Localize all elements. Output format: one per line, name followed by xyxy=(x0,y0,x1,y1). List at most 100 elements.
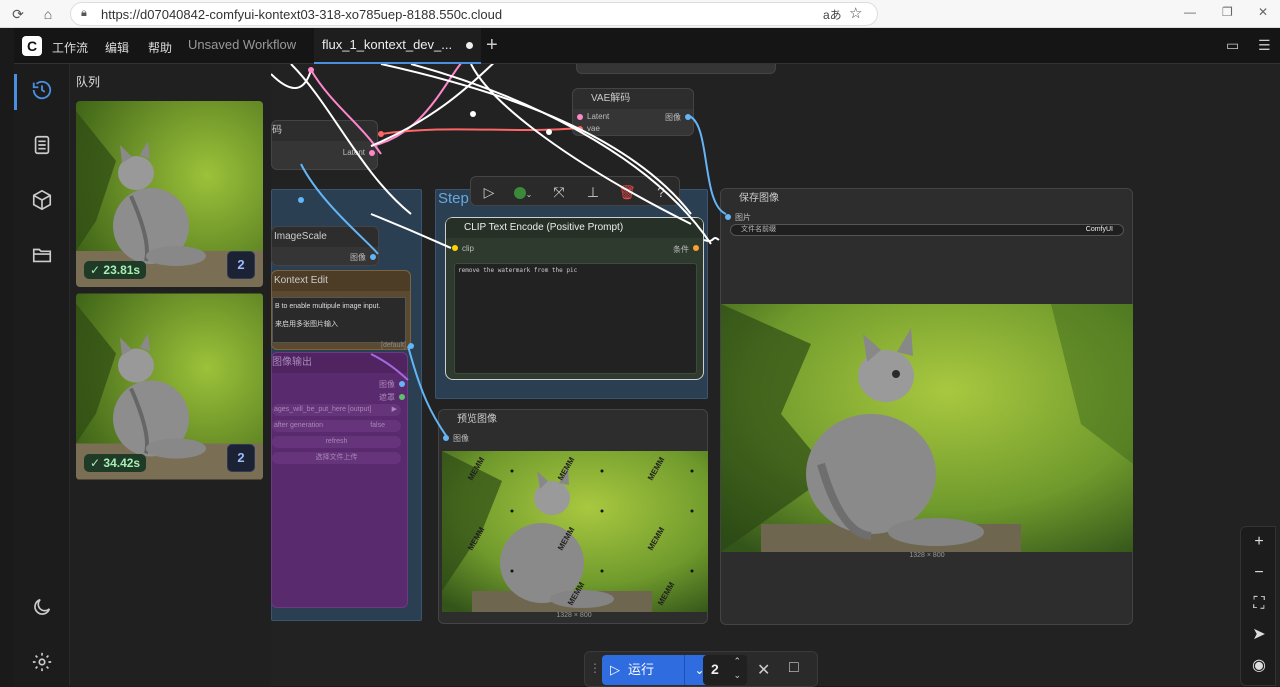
output-pin[interactable] xyxy=(693,245,699,251)
note-text-area[interactable]: B to enable multipule image input. 来启用多张… xyxy=(272,297,406,343)
help-icon[interactable]: ? xyxy=(651,182,671,202)
browser-toolbar: ⟳ ⌂ 🔒︎ https://d07040842-comfyui-kontext… xyxy=(0,0,1280,28)
panel-toggle-icon[interactable]: ▭ xyxy=(1226,37,1239,54)
queue-panel: 队列 ✓ 23.81s 2 ✓ 34.42s 2 xyxy=(70,64,271,686)
tab-flux-kontext[interactable]: flux_1_kontext_dev_... xyxy=(314,28,482,64)
widget-images-output[interactable]: ages_will_be_put_here [output] ▶ xyxy=(272,404,401,416)
input-pin[interactable] xyxy=(577,114,583,120)
elapsed-time: 23.81s xyxy=(103,263,141,277)
input-pin[interactable] xyxy=(725,214,731,220)
zoom-in-icon[interactable]: + xyxy=(1241,527,1277,557)
port-label: 条件 xyxy=(673,245,689,254)
output-pin[interactable] xyxy=(370,254,376,260)
upload-button[interactable]: 选择文件上传 xyxy=(272,452,401,464)
input-pin[interactable] xyxy=(452,245,458,251)
zoom-out-icon[interactable]: − xyxy=(1241,558,1277,588)
output-count-badge[interactable]: 2 xyxy=(227,444,255,472)
document-icon[interactable] xyxy=(14,125,70,165)
output-pin[interactable] xyxy=(369,150,375,156)
node-kontext-edit[interactable]: Kontext Edit B to enable multipule image… xyxy=(271,270,411,350)
menu-edit[interactable]: 编辑 xyxy=(105,39,129,56)
fit-view-icon[interactable]: ⛶ xyxy=(1241,589,1277,619)
sidebar xyxy=(14,64,70,686)
tab-unsaved-workflow[interactable]: Unsaved Workflow xyxy=(180,28,304,64)
node-title: Kontext Edit xyxy=(272,271,410,291)
node-image-output[interactable]: 图像输出 图像 遮罩 ages_will_be_put_here [output… xyxy=(271,352,408,608)
wire xyxy=(271,69,312,90)
batch-count-stepper[interactable]: 2 ⌃ ⌄ xyxy=(703,655,747,685)
output-pin[interactable] xyxy=(399,394,405,400)
cancel-icon[interactable]: ✕ xyxy=(757,660,770,680)
widget-after-generation[interactable]: after generation false xyxy=(272,420,401,432)
node-canvas[interactable]: Step 码 Latent VAE解码 Latent vae 图像 ImageS… xyxy=(271,64,1280,686)
node-title: 码 xyxy=(272,121,377,141)
bypass-icon[interactable]: ⤧ xyxy=(549,182,569,202)
port-label: 遮罩 xyxy=(379,393,395,402)
minimize-icon[interactable]: — xyxy=(1184,5,1196,19)
node-vae-encode-partial[interactable]: 码 Latent xyxy=(271,120,378,170)
history-icon[interactable] xyxy=(14,70,70,110)
home-icon[interactable]: ⌂ xyxy=(38,4,58,24)
node-selection-toolbar: ▷ ⌄ ⤧ ⊥ 🗑︎ ? xyxy=(470,176,680,206)
favorite-star-icon[interactable]: ☆ xyxy=(849,4,862,22)
menu-help[interactable]: 帮助 xyxy=(148,39,172,56)
reader-mode-icon[interactable]: aあ xyxy=(823,6,842,23)
node-preview-image[interactable]: 预览图像 图像 MEMM MEMM MEMM MEMM MEMM MEMM ME… xyxy=(438,409,708,624)
moon-icon[interactable] xyxy=(14,587,70,627)
lock-icon[interactable]: 🔒︎ xyxy=(81,7,87,20)
eye-icon[interactable]: ◉ xyxy=(1241,651,1277,681)
navigate-icon[interactable]: ➤ xyxy=(1241,620,1277,650)
node-save-image[interactable]: 保存图像 图片 文件名前缀 ComfyUI 1328 × 800 xyxy=(720,188,1133,625)
unsaved-dot-icon[interactable] xyxy=(466,42,474,50)
restore-icon[interactable]: ❐ xyxy=(1222,5,1233,19)
node-top-partial[interactable] xyxy=(576,64,776,74)
port-label: Latent xyxy=(587,112,610,121)
output-pin[interactable] xyxy=(685,114,691,120)
output-count-badge[interactable]: 2 xyxy=(227,251,255,279)
address-bar[interactable]: 🔒︎ https://d07040842-comfyui-kontext03-3… xyxy=(70,2,878,26)
filename-prefix-field[interactable]: 文件名前缀 ComfyUI xyxy=(730,224,1124,236)
refresh-button[interactable]: refresh xyxy=(272,436,401,448)
field-value: ComfyUI xyxy=(1085,226,1113,233)
new-tab-plus-icon[interactable]: + xyxy=(486,34,498,57)
port-label: 图像 xyxy=(665,113,681,122)
queue-item[interactable]: ✓ 34.42s 2 xyxy=(76,293,263,480)
pin-icon[interactable]: ⊥ xyxy=(583,182,603,202)
menu-workflow[interactable]: 工作流 xyxy=(52,39,88,56)
run-button[interactable]: ▷ 运行 xyxy=(602,655,684,685)
node-clip-text-encode[interactable]: CLIP Text Encode (Positive Prompt) clip … xyxy=(445,217,704,380)
port-label: 图像 xyxy=(453,434,469,443)
play-icon[interactable]: ▶ xyxy=(392,404,397,416)
input-pin[interactable] xyxy=(577,126,583,132)
tab-label: Unsaved Workflow xyxy=(188,37,297,52)
comfy-logo[interactable]: C xyxy=(22,36,42,56)
queue-item[interactable]: ✓ 23.81s 2 xyxy=(76,101,263,287)
save-image-preview xyxy=(721,304,1133,552)
folder-icon[interactable] xyxy=(14,235,70,275)
input-pin[interactable] xyxy=(443,435,449,441)
menu-hamburger-icon[interactable]: ☰ xyxy=(1258,37,1271,54)
reload-icon[interactable]: ⟳ xyxy=(8,4,28,24)
node-vae-decode[interactable]: VAE解码 Latent vae 图像 xyxy=(572,88,694,136)
node-imagescale[interactable]: ImageScale 图像 xyxy=(271,226,379,266)
decrement-icon[interactable]: ⌄ xyxy=(733,670,741,681)
output-pin[interactable] xyxy=(399,381,405,387)
preview-image-watermarked: MEMM MEMM MEMM MEMM MEMM MEMM MEMM MEMM xyxy=(442,451,708,612)
node-title: 保存图像 xyxy=(721,189,1132,209)
drag-handle-icon[interactable]: ⋮ xyxy=(589,661,601,675)
run-label: 运行 xyxy=(628,662,655,677)
widget-label: ages_will_be_put_here [output] xyxy=(274,406,372,413)
stop-icon[interactable]: □ xyxy=(789,659,799,677)
delete-icon[interactable]: 🗑︎ xyxy=(617,182,637,202)
node-title: CLIP Text Encode (Positive Prompt) xyxy=(446,218,703,238)
color-picker-icon[interactable]: ⌄ xyxy=(509,182,537,202)
image-dimensions: 1328 × 800 xyxy=(556,612,592,619)
port-label: 图片 xyxy=(735,213,751,222)
prompt-textarea[interactable]: remove the watermark from the pic xyxy=(454,263,697,374)
increment-icon[interactable]: ⌃ xyxy=(733,656,741,667)
close-icon[interactable]: ✕ xyxy=(1258,5,1268,19)
play-icon[interactable]: ▷ xyxy=(479,182,499,202)
gear-icon[interactable] xyxy=(14,642,70,682)
field-label: 文件名前缀 xyxy=(741,226,776,233)
cube-icon[interactable] xyxy=(14,180,70,220)
